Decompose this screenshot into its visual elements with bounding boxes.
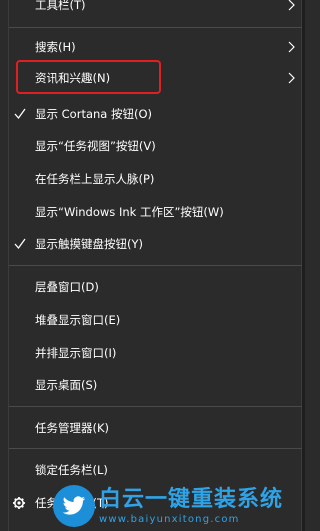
watermark-brand: 白云一键重装系统 [99,487,284,512]
menu-item-show-touch-keyboard[interactable]: 显示触摸键盘按钮(Y) [9,229,303,259]
gear-icon [13,497,25,509]
menu-separator [9,448,302,449]
menu-item-label: 堆叠显示窗口(E) [35,313,121,327]
chevron-right-icon [288,72,295,84]
menu-item-label: 显示“任务视图”按钮(V) [35,139,156,153]
menu-item-label: 显示桌面(S) [35,378,98,392]
left-edge [0,0,8,531]
menu-item-label: 在任务栏上显示人脉(P) [35,172,155,186]
menu-item-show-task-view[interactable]: 显示“任务视图”按钮(V) [9,131,303,161]
menu-item-label: 任务管理器(K) [35,421,110,435]
checkmark-icon [14,238,26,250]
menu-item-side-by-side[interactable]: 并排显示窗口(I) [9,338,303,368]
menu-item-stack-windows[interactable]: 堆叠显示窗口(E) [9,305,303,335]
menu-item-label: 搜索(H) [35,40,76,54]
twitter-bird-icon [53,485,95,527]
menu-separator [9,265,302,266]
menu-item-show-cortana[interactable]: 显示 Cortana 按钮(O) [9,99,303,129]
menu-item-toolbars[interactable]: 工具栏(T) [9,0,303,20]
watermark-url: www.baiyunxitong.com [99,514,240,525]
menu-separator [9,406,302,407]
menu-item-label: 显示“Windows Ink 工作区”按钮(W) [35,205,224,219]
menu-item-show-desktop[interactable]: 显示桌面(S) [9,370,303,400]
menu-item-task-manager[interactable]: 任务管理器(K) [9,413,303,443]
highlight-box [16,60,161,94]
menu-item-label: 工具栏(T) [35,0,86,12]
checkmark-icon [14,108,26,120]
chevron-right-icon [288,41,295,53]
watermark: 白云一键重装系统 www.baiyunxitong.com [52,480,305,531]
menu-separator [9,27,302,28]
menu-item-label: 并排显示窗口(I) [35,346,117,360]
chevron-right-icon [288,0,295,11]
menu-item-label: 层叠窗口(D) [35,280,99,294]
menu-item-show-windows-ink[interactable]: 显示“Windows Ink 工作区”按钮(W) [9,197,303,227]
menu-item-cascade-windows[interactable]: 层叠窗口(D) [9,272,303,302]
menu-item-label: 显示 Cortana 按钮(O) [35,107,153,121]
menu-item-label: 显示触摸键盘按钮(Y) [35,237,143,251]
menu-item-search[interactable]: 搜索(H) [9,32,303,62]
menu-item-show-people[interactable]: 在任务栏上显示人脉(P) [9,164,303,194]
